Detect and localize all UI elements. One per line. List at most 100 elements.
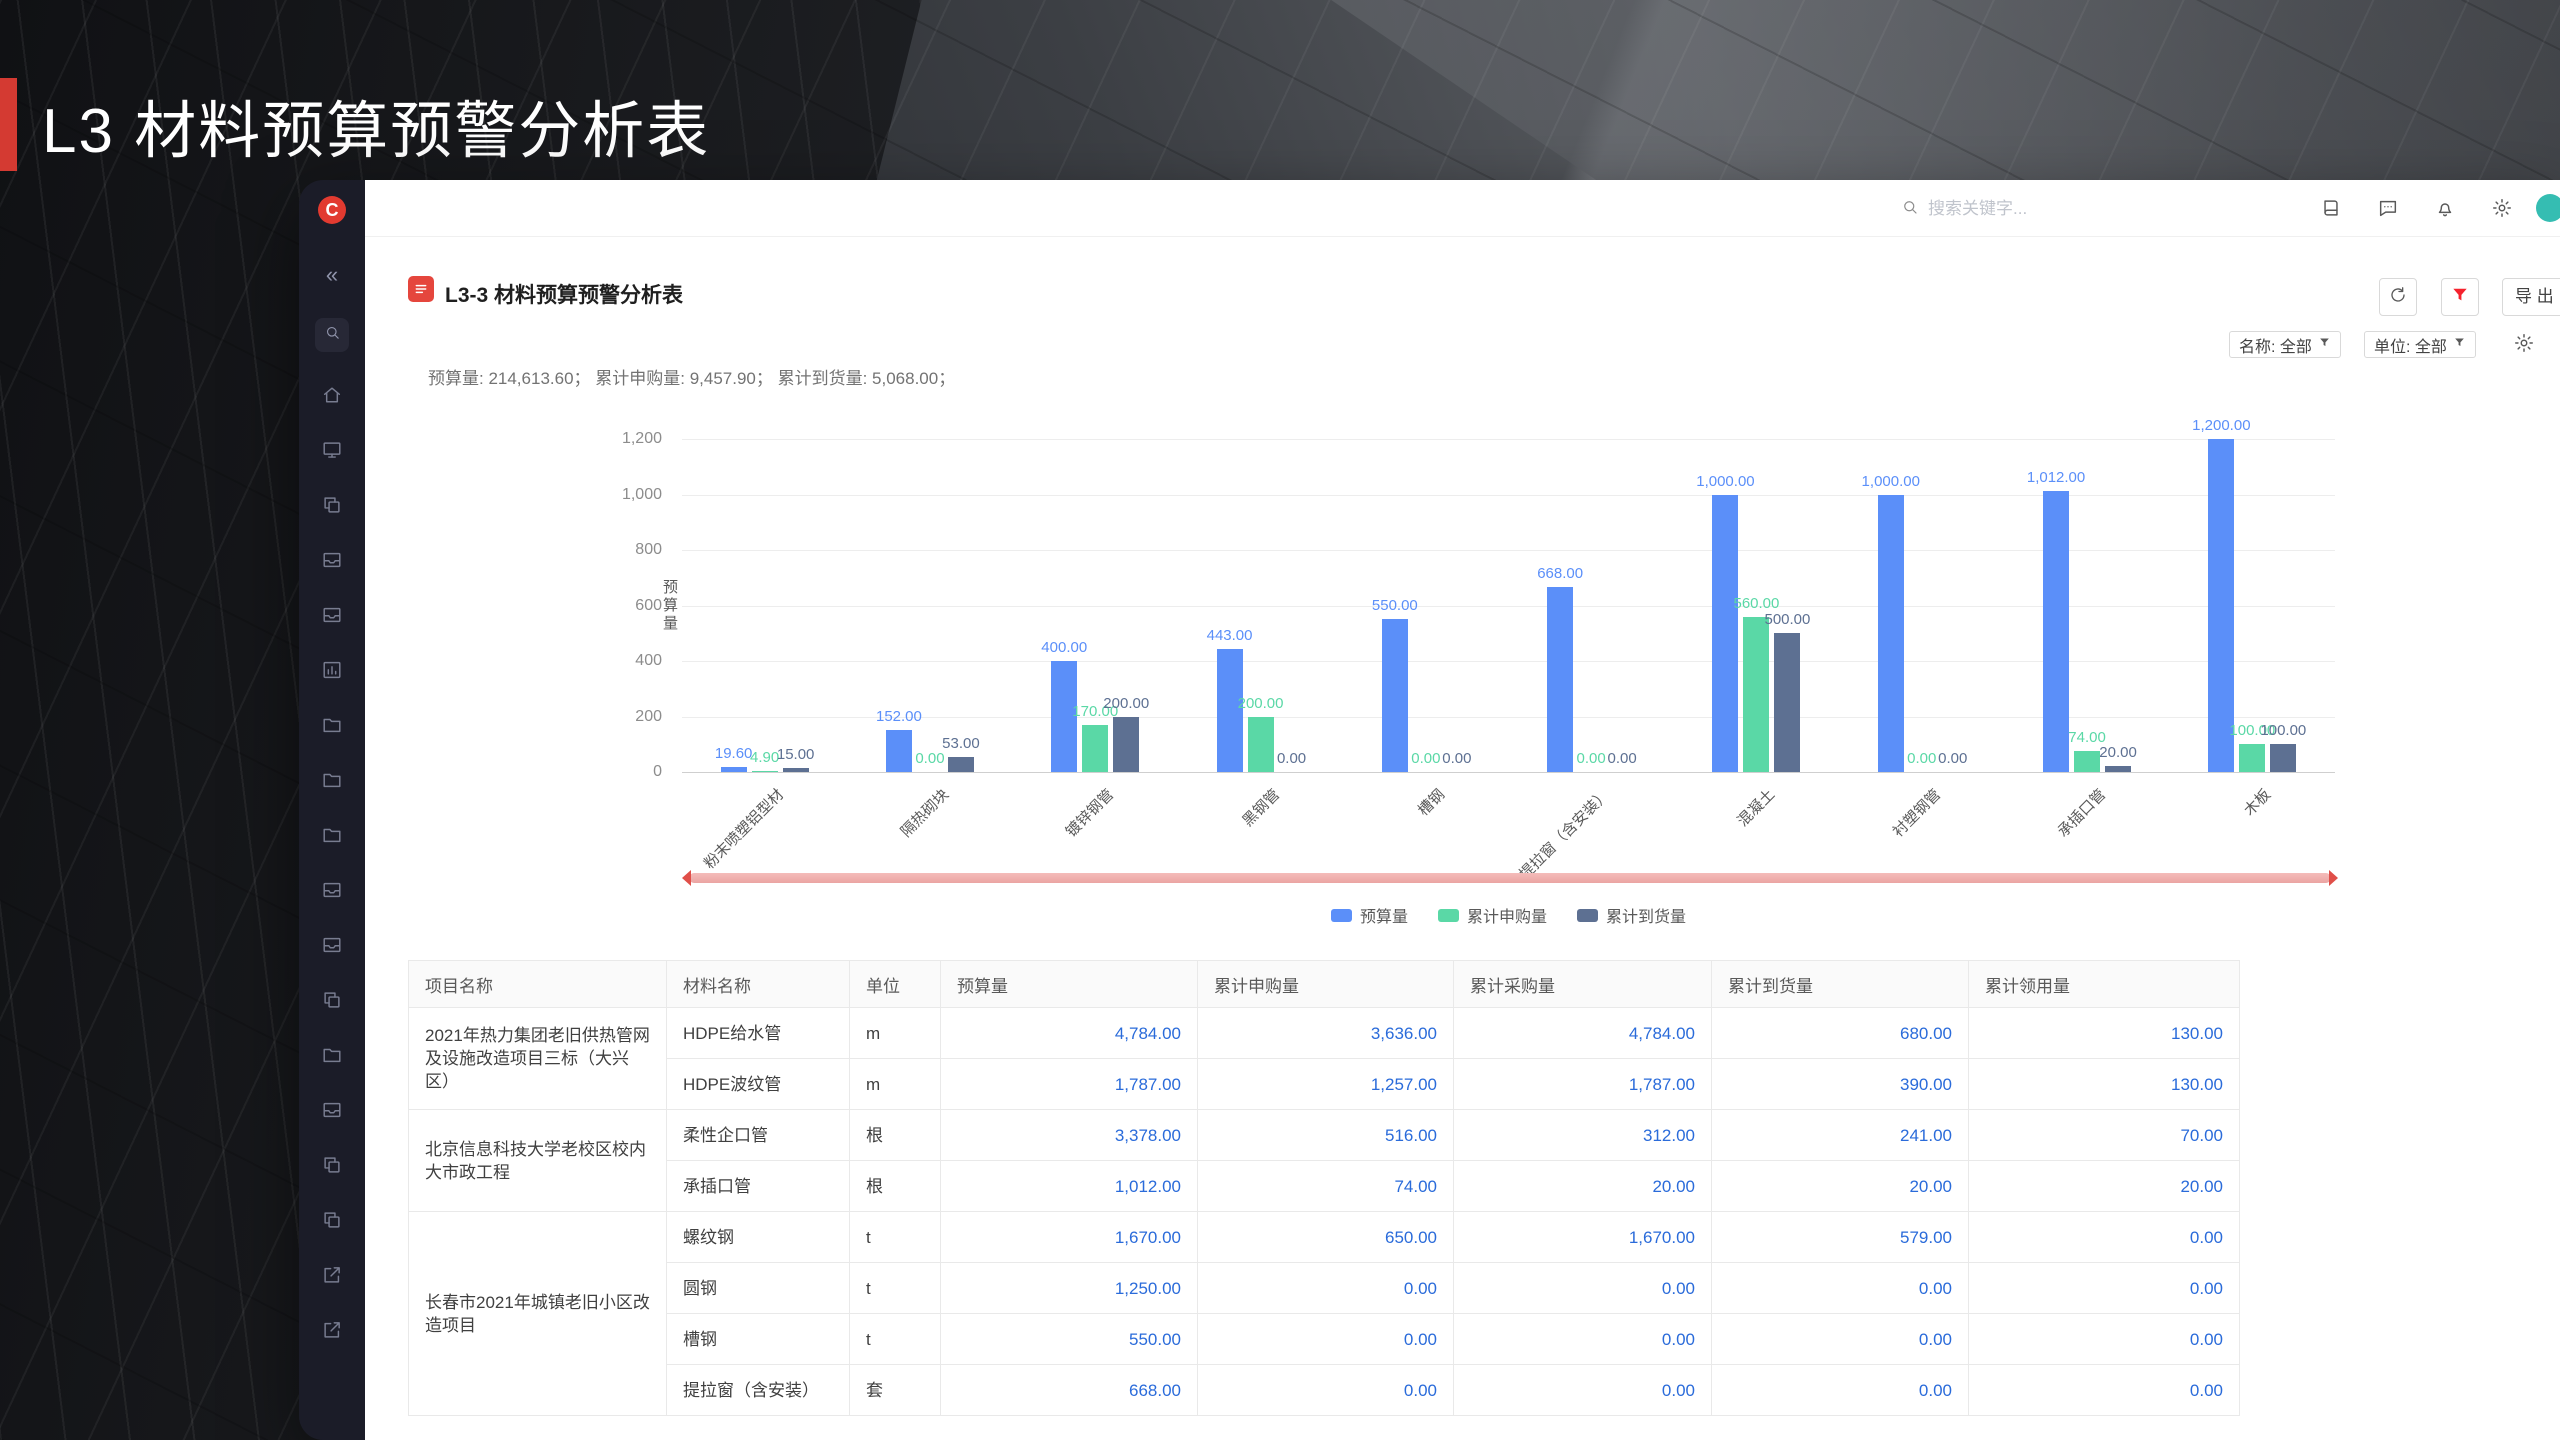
value-cell[interactable]: 0.00 [1453,1262,1712,1314]
value-cell[interactable]: 1,250.00 [940,1262,1198,1314]
sidebar-item-archive-5[interactable] [321,1099,343,1121]
value-cell[interactable]: 1,012.00 [940,1160,1198,1212]
bar-累计申购量-承插口管[interactable] [2074,751,2101,772]
notifications-icon[interactable] [2434,197,2456,219]
value-cell[interactable]: 668.00 [940,1364,1198,1416]
sidebar-item-archive-2[interactable] [321,604,343,626]
bar-累计申购量-粉末喷塑铝型材[interactable] [751,770,778,772]
value-cell[interactable]: 0.00 [1197,1364,1454,1416]
value-cell[interactable]: 20.00 [1453,1160,1712,1212]
name-filter-chip[interactable]: 名称: 全部 [2229,331,2341,358]
bar-累计到货量-粉末喷塑铝型材[interactable] [782,767,809,772]
material-cell: 槽钢 [666,1313,850,1365]
sidebar-item-report-board[interactable] [321,659,343,681]
legend-item-预算量[interactable]: 预算量 [1330,903,1408,927]
export-button[interactable]: 导 出 [2502,278,2560,316]
sidebar-item-folder-4[interactable] [321,1044,343,1066]
value-cell[interactable]: 20.00 [1968,1160,2240,1212]
value-cell[interactable]: 4,784.00 [1453,1007,1712,1059]
value-cell[interactable]: 20.00 [1711,1160,1969,1212]
refresh-button[interactable] [2379,278,2417,316]
search-input[interactable] [1928,199,2128,219]
unit-filter-chip[interactable]: 单位: 全部 [2364,331,2476,358]
sidebar-item-documents-4[interactable] [321,1209,343,1231]
value-cell[interactable]: 0.00 [1711,1262,1969,1314]
value-cell[interactable]: 550.00 [940,1313,1198,1365]
value-cell[interactable]: 1,670.00 [1453,1211,1712,1263]
sidebar-item-archive-1[interactable] [321,549,343,571]
value-cell[interactable]: 1,670.00 [940,1211,1198,1263]
manual-icon[interactable] [2320,197,2342,219]
value-cell[interactable]: 1,257.00 [1197,1058,1454,1110]
sidebar-item-external-link-1[interactable] [321,1264,343,1286]
sidebar-item-external-link-2[interactable] [321,1319,343,1341]
sidebar-item-folder-3[interactable] [321,824,343,846]
value-cell[interactable]: 0.00 [1968,1262,2240,1314]
value-cell[interactable]: 0.00 [1968,1211,2240,1263]
value-cell[interactable]: 130.00 [1968,1007,2240,1059]
value-cell[interactable]: 130.00 [1968,1058,2240,1110]
value-cell[interactable]: 579.00 [1711,1211,1969,1263]
sidebar-item-archive-3[interactable] [321,879,343,901]
bar-预算量-提拉窗（含安装）[interactable] [1547,586,1574,772]
bar-累计申购量-混凝土[interactable] [1743,616,1770,772]
value-cell[interactable]: 74.00 [1197,1160,1454,1212]
value-cell[interactable]: 241.00 [1711,1109,1969,1161]
sidebar-item-documents-1[interactable] [321,494,343,516]
bar-预算量-槽钢[interactable] [1381,619,1408,772]
settings-icon[interactable] [2491,197,2513,219]
bar-预算量-粉末喷塑铝型材[interactable] [720,766,747,772]
sidebar-item-archive-4[interactable] [321,934,343,956]
value-cell[interactable]: 312.00 [1453,1109,1712,1161]
bar-累计到货量-木板[interactable] [2270,744,2297,772]
bar-预算量-承插口管[interactable] [2043,491,2070,772]
bar-累计申购量-木板[interactable] [2239,744,2266,772]
value-cell[interactable]: 0.00 [1197,1313,1454,1365]
value-cell[interactable]: 390.00 [1711,1058,1969,1110]
value-cell[interactable]: 0.00 [1453,1364,1712,1416]
value-cell[interactable]: 0.00 [1711,1364,1969,1416]
value-cell[interactable]: 3,378.00 [940,1109,1198,1161]
value-cell[interactable]: 680.00 [1711,1007,1969,1059]
bar-累计到货量-混凝土[interactable] [1774,633,1801,772]
bar-预算量-衬塑钢管[interactable] [1877,494,1904,772]
sidebar-item-folder-2[interactable] [321,769,343,791]
value-cell[interactable]: 650.00 [1197,1211,1454,1263]
avatar[interactable] [2536,194,2560,222]
sidebar-item-folder-1[interactable] [321,714,343,736]
sidebar-item-home[interactable] [321,384,343,406]
brush-track[interactable] [689,873,2331,883]
bar-累计到货量-隔热砌块[interactable] [947,757,974,772]
value-cell[interactable]: 1,787.00 [1453,1058,1712,1110]
value-cell[interactable]: 0.00 [1197,1262,1454,1314]
filter-button[interactable] [2441,278,2479,316]
brush-handle-left[interactable] [682,870,691,886]
legend-item-累计到货量[interactable]: 累计到货量 [1577,903,1686,927]
value-cell[interactable]: 4,784.00 [940,1007,1198,1059]
messages-icon[interactable] [2377,197,2399,219]
bar-预算量-混凝土[interactable] [1712,494,1739,772]
sidebar-item-dashboard[interactable] [321,439,343,461]
app-logo[interactable]: C [318,196,346,224]
collapse-sidebar-icon[interactable]: « [299,264,365,286]
value-cell[interactable]: 1,787.00 [940,1058,1198,1110]
value-cell[interactable]: 0.00 [1453,1313,1712,1365]
brush-handle-right[interactable] [2329,870,2338,886]
bar-累计申购量-黑钢管[interactable] [1247,716,1274,772]
value-cell[interactable]: 516.00 [1197,1109,1454,1161]
value-cell[interactable]: 0.00 [1968,1364,2240,1416]
bar-预算量-隔热砌块[interactable] [885,729,912,772]
sidebar-search-button[interactable] [315,318,349,352]
table-row: 圆钢 t 1,250.00 0.00 0.00 0.00 0.00 [409,1262,2240,1314]
value-cell[interactable]: 70.00 [1968,1109,2240,1161]
bar-累计到货量-承插口管[interactable] [2105,766,2132,772]
value-cell[interactable]: 3,636.00 [1197,1007,1454,1059]
bar-累计到货量-镀锌钢管[interactable] [1113,716,1140,772]
sidebar-item-documents-3[interactable] [321,1154,343,1176]
bar-累计申购量-镀锌钢管[interactable] [1082,724,1109,772]
value-cell[interactable]: 0.00 [1968,1313,2240,1365]
column-settings-icon[interactable] [2513,332,2537,356]
sidebar-item-documents-2[interactable] [321,989,343,1011]
value-cell[interactable]: 0.00 [1711,1313,1969,1365]
legend-item-累计申购量[interactable]: 累计申购量 [1437,903,1547,927]
